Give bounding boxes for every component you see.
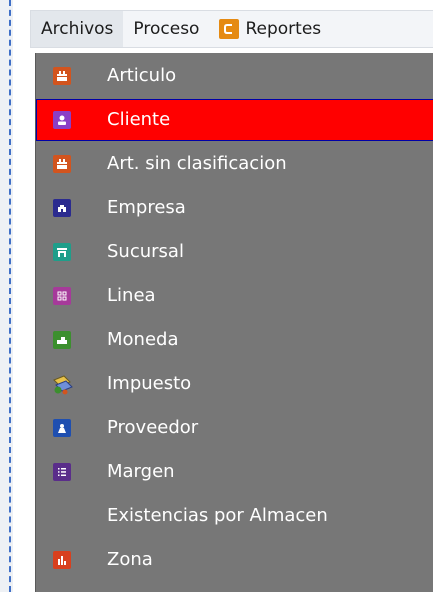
menu-item-articulo[interactable]: Articulo bbox=[36, 55, 433, 97]
person-icon bbox=[53, 111, 71, 129]
menu-item-cliente-label: Cliente bbox=[107, 109, 171, 130]
menu-item-sucursal-label: Sucursal bbox=[107, 241, 184, 262]
menu-item-linea[interactable]: Linea bbox=[36, 275, 433, 317]
menu-item-zona-label: Zona bbox=[107, 549, 153, 570]
menu-item-moneda-label: Moneda bbox=[107, 329, 179, 350]
menu-item-proveedor-label: Proveedor bbox=[107, 417, 199, 438]
zone-icon bbox=[53, 551, 71, 569]
grid-icon bbox=[53, 287, 71, 305]
money-icon bbox=[53, 331, 71, 349]
menu-item-sucursal[interactable]: Sucursal bbox=[36, 231, 433, 273]
menu-item-margen-label: Margen bbox=[107, 461, 175, 482]
tax-icon bbox=[50, 372, 74, 396]
supplier-icon bbox=[53, 419, 71, 437]
menu-item-impuesto[interactable]: Impuesto bbox=[36, 363, 433, 405]
form-border bbox=[9, 0, 11, 592]
menu-item-moneda[interactable]: Moneda bbox=[36, 319, 433, 361]
menu-item-art-sin-clasificacion[interactable]: Art. sin clasificacion bbox=[36, 143, 433, 185]
menu-item-proveedor[interactable]: Proveedor bbox=[36, 407, 433, 449]
menu-item-empresa[interactable]: Empresa bbox=[36, 187, 433, 229]
menu-reportes-label: Reportes bbox=[245, 19, 322, 39]
reportes-icon bbox=[219, 19, 240, 39]
menu-item-existencias-por-almacen[interactable]: Existencias por Almacen bbox=[36, 495, 433, 537]
menu-item-art-sin-clasificacion-label: Art. sin clasificacion bbox=[107, 153, 287, 174]
box-icon bbox=[53, 155, 71, 173]
building-icon bbox=[53, 199, 71, 217]
menu-proceso[interactable]: Proceso bbox=[123, 11, 209, 47]
box-icon bbox=[53, 67, 71, 85]
menu-proceso-label: Proceso bbox=[133, 19, 200, 39]
menu-archivos[interactable]: Archivos bbox=[31, 11, 124, 47]
list-icon bbox=[53, 463, 71, 481]
menu-item-impuesto-label: Impuesto bbox=[107, 373, 192, 394]
menu-item-existencias-por-almacen-label: Existencias por Almacen bbox=[107, 505, 328, 526]
menu-item-empresa-label: Empresa bbox=[107, 197, 186, 218]
archivos-dropdown: Articulo Cliente Art. sin clasificacion … bbox=[35, 53, 433, 592]
menu-item-cliente[interactable]: Cliente bbox=[36, 99, 433, 141]
menu-item-zona[interactable]: Zona bbox=[36, 539, 433, 581]
menu-item-articulo-label: Articulo bbox=[107, 65, 177, 86]
menu-bar: Archivos Proceso Reportes bbox=[30, 10, 433, 48]
store-icon bbox=[53, 243, 71, 261]
menu-archivos-label: Archivos bbox=[41, 19, 114, 39]
menu-item-linea-label: Linea bbox=[107, 285, 156, 306]
menu-item-margen[interactable]: Margen bbox=[36, 451, 433, 493]
menu-reportes[interactable]: Reportes bbox=[209, 11, 331, 47]
